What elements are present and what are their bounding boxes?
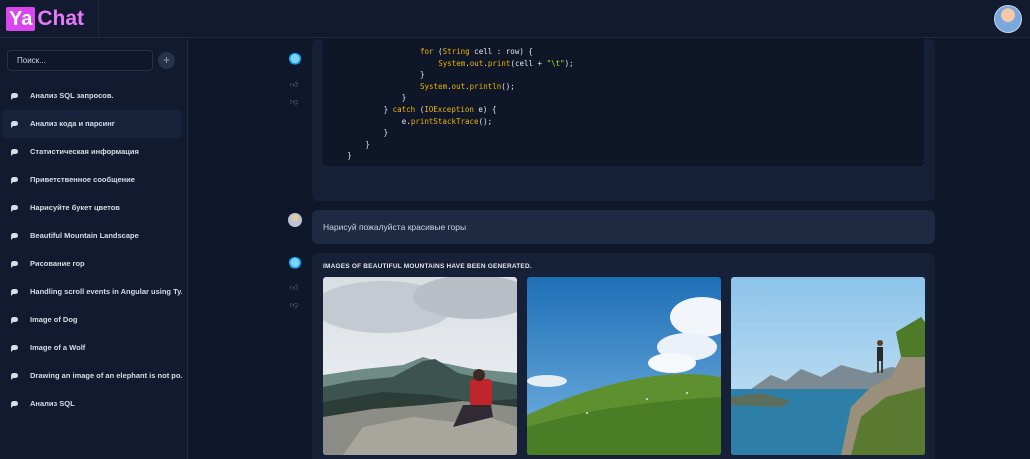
- sidebar-chat-label: Нарисуйте букет цветов: [30, 203, 120, 212]
- sidebar-chat-item[interactable]: Анализ SQL: [2, 390, 182, 418]
- sidebar-chat-label: Image of a Wolf: [30, 343, 86, 352]
- code-token: out: [451, 81, 466, 91]
- code-line: }: [323, 150, 924, 162]
- sidebar-chat-item[interactable]: Нарисуйте букет цветов: [2, 194, 182, 222]
- code-token: ();: [501, 81, 515, 91]
- code-line: }: [323, 92, 924, 104]
- sidebar-chat-label: Анализ кода и парсинг: [30, 119, 115, 128]
- code-line: for (String cell : row) {: [323, 46, 924, 58]
- code-line: System.out.print(cell + "\t");: [323, 58, 924, 70]
- sidebar-chat-item[interactable]: Drawing an image of an elephant is not p…: [2, 362, 182, 390]
- code-token: println: [469, 81, 502, 91]
- sidebar-chat-item[interactable]: Image of a Wolf: [2, 334, 182, 362]
- code-token: print: [487, 58, 511, 68]
- code-token: IOException: [424, 104, 474, 114]
- sidebar-chat-label: Анализ SQL запросов.: [30, 91, 114, 100]
- chat-bubble-icon: [11, 261, 18, 268]
- user-message: Нарисуй пожалуйста красивые горы: [312, 210, 935, 244]
- code-token: }: [347, 151, 352, 161]
- code-line: e.printStackTrace();: [323, 116, 924, 128]
- bot-message-code: for (String cell : row) {System.out.prin…: [312, 39, 935, 201]
- code-token: String: [442, 47, 470, 56]
- code-line: }: [323, 127, 924, 139]
- code-line: }: [323, 139, 924, 151]
- bot-avatar-icon: [288, 53, 302, 67]
- code-token: printStackTrace: [410, 116, 479, 126]
- code-token: (cell +: [510, 58, 547, 68]
- code-token: }: [401, 93, 407, 103]
- thumb-up-icon[interactable]: 👍︎: [290, 80, 298, 90]
- sidebar-chat-label: Статистическая информация: [30, 147, 139, 156]
- sidebar-chat-item[interactable]: Приветственное сообщение: [2, 166, 182, 194]
- chat-bubble-icon: [11, 401, 18, 408]
- code-token: System: [420, 81, 448, 91]
- sidebar-chat-item[interactable]: Статистическая информация: [2, 138, 182, 166]
- sidebar-chat-item[interactable]: Beautiful Mountain Landscape: [2, 222, 182, 250]
- sidebar-chat-item[interactable]: Анализ SQL запросов.: [2, 82, 182, 110]
- bot-message-images: IMAGES OF BEAUTIFUL MOUNTAINS HAVE BEEN …: [312, 253, 935, 459]
- code-token: }: [365, 139, 370, 149]
- code-token: (: [415, 104, 425, 114]
- app-logo[interactable]: Ya Chat: [6, 7, 84, 31]
- header-divider: [98, 0, 99, 38]
- sidebar-chat-item[interactable]: Image of Dog: [2, 306, 182, 334]
- sidebar-chat-label: Drawing an image of an elephant is not p…: [30, 371, 182, 380]
- code-token: ();: [478, 116, 493, 126]
- sidebar: + Анализ SQL запросов. Анализ кода и парс…: [0, 39, 188, 459]
- sidebar-chat-label: Handling scroll events in Angular using …: [30, 287, 182, 296]
- code-token: e) {: [473, 104, 497, 114]
- generated-image-coastal-cliff[interactable]: [731, 277, 925, 455]
- code-token: (: [433, 47, 443, 56]
- sidebar-chat-label: Анализ SQL: [30, 399, 75, 408]
- sidebar-chat-item[interactable]: Рисование гор: [2, 250, 182, 278]
- code-line: } catch (IOException e) {: [323, 104, 924, 116]
- chat-bubble-icon: [11, 149, 18, 156]
- code-line: System.out.println();: [323, 81, 924, 93]
- code-line: }: [323, 69, 924, 81]
- chat-main: 👍︎ 👎︎ for (String cell : row) {System.ou…: [189, 39, 1030, 459]
- code-token: }: [383, 128, 389, 138]
- chat-bubble-icon: [11, 233, 18, 240]
- code-token: for: [420, 47, 434, 56]
- search-input[interactable]: [7, 50, 153, 71]
- logo-chat: Chat: [37, 7, 85, 30]
- code-token: }: [420, 70, 425, 80]
- sidebar-chat-label: Приветственное сообщение: [30, 175, 135, 184]
- chat-bubble-icon: [11, 121, 18, 128]
- code-token: catch: [392, 104, 416, 114]
- code-token: }: [383, 104, 393, 114]
- chat-bubble-icon: [11, 205, 18, 212]
- code-token: cell : row) {: [469, 47, 533, 56]
- generated-image-green-hill[interactable]: [527, 277, 721, 455]
- code-token: );: [564, 58, 574, 68]
- bot-avatar-icon: [288, 257, 302, 271]
- thumb-down-icon[interactable]: 👎︎: [290, 97, 298, 107]
- sidebar-chat-label: Рисование гор: [30, 259, 85, 268]
- add-chat-button[interactable]: +: [158, 52, 175, 69]
- sidebar-chat-item[interactable]: Handling scroll events in Angular using …: [2, 278, 182, 306]
- app-header: Ya Chat: [0, 0, 1030, 38]
- chat-list: Анализ SQL запросов. Анализ кода и парсин…: [0, 82, 188, 418]
- logo-ya: Ya: [6, 7, 36, 31]
- chat-bubble-icon: [11, 93, 18, 100]
- sidebar-chat-label: Image of Dog: [30, 315, 78, 324]
- thumb-up-icon[interactable]: 👍︎: [290, 283, 298, 293]
- code-token: System: [438, 58, 466, 68]
- code-block: for (String cell : row) {System.out.prin…: [323, 39, 924, 166]
- thumb-down-icon[interactable]: 👎︎: [290, 300, 298, 310]
- code-token: e.: [401, 116, 411, 126]
- user-message-avatar: [288, 213, 302, 227]
- code-token: out: [469, 58, 484, 68]
- chat-bubble-icon: [11, 345, 18, 352]
- images-caption: IMAGES OF BEAUTIFUL MOUNTAINS HAVE BEEN …: [323, 263, 532, 270]
- sidebar-chat-label: Beautiful Mountain Landscape: [30, 231, 139, 240]
- user-avatar[interactable]: [994, 5, 1022, 33]
- code-token: "\t": [546, 58, 565, 68]
- chat-bubble-icon: [11, 373, 18, 380]
- chat-bubble-icon: [11, 289, 18, 296]
- generated-image-mountain-hiker[interactable]: [323, 277, 517, 455]
- chat-bubble-icon: [11, 317, 18, 324]
- chat-bubble-icon: [11, 177, 18, 184]
- sidebar-chat-item[interactable]: Анализ кода и парсинг: [2, 110, 182, 138]
